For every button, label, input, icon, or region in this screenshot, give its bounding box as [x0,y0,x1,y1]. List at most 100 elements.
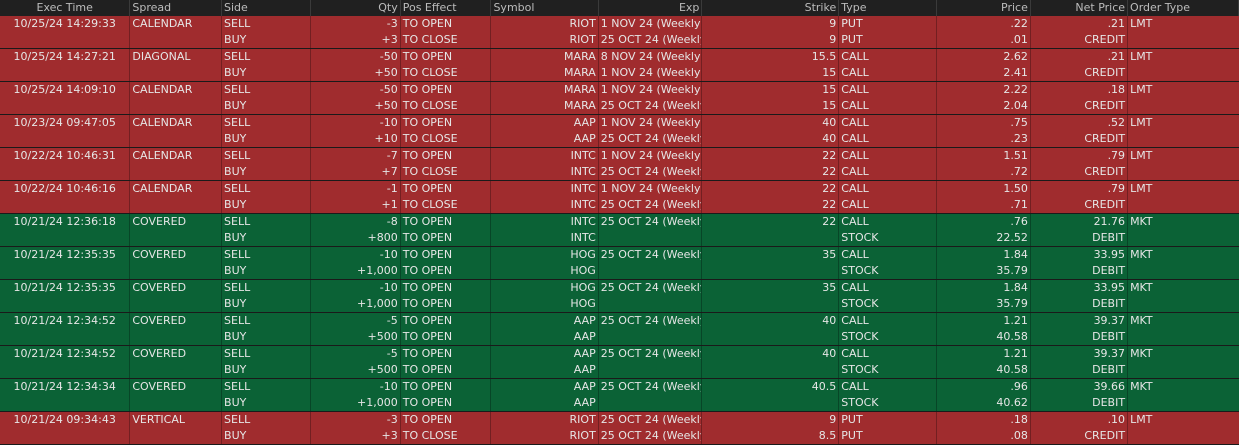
pos-effect-cell: TO CLOSE [401,428,492,444]
table-row[interactable]: 10/21/24 12:34:52 COVERED SELL -5 TO OPEN AAP… [0,313,1239,329]
col-header-pos-effect[interactable]: Pos Effect [401,0,492,16]
table-body: 10/25/24 14:29:33 CALENDAR SELL -3 TO OPEN RI… [0,16,1239,445]
order-type-cell: MKT [1130,314,1153,327]
table-row[interactable]: 10/21/24 12:34:34 COVERED SELL -10 TO OPEN AA… [0,379,1239,395]
table-row[interactable]: 10/21/24 12:34:52 COVERED SELL -5 TO OPEN AAP… [0,346,1239,362]
exec-time-cell: 10/22/24 10:46:31 [0,148,131,164]
col-header-price[interactable]: Price [937,0,1031,16]
table-row[interactable]: BUY +1,000 TO OPEN HOG STOCK 35.79 DEBIT [0,263,1239,279]
strike-cell [702,395,840,411]
spread-cell [130,164,223,180]
price-cell: .96 [937,379,1031,395]
col-header-net-price[interactable]: Net Price [1031,0,1129,16]
symbol-cell: RIOT [491,16,599,32]
pos-effect-cell: TO OPEN [401,148,492,164]
col-header-exec-time[interactable]: Exec Time [0,0,131,16]
col-header-side[interactable]: Side [222,0,311,16]
strike-cell: 15 [702,82,840,98]
net-price-cell: 39.37 [1031,346,1129,362]
table-row[interactable]: BUY+50TO CLOSEMARA25 OCT 24 (Weeklys)15C… [0,98,1239,114]
trade-group[interactable]: 10/21/24 09:34:43 VERTICAL SELL -3 TO OPEN RI… [0,412,1239,445]
order-type-cell [1128,428,1239,444]
symbol-cell: INTC [491,214,599,230]
side-cell: BUY [222,362,311,378]
trade-group[interactable]: 10/21/24 12:35:35 COVERED SELL -10 TO OPEN HO… [0,280,1239,313]
trade-group[interactable]: 10/21/24 12:35:35 COVERED SELL -10 TO OPEN HO… [0,247,1239,280]
table-row[interactable]: 10/21/24 12:36:18 COVERED SELL -8 TO OPEN INT… [0,214,1239,230]
trade-group[interactable]: 10/25/24 14:09:10 CALENDAR SELL -50 TO OPEN M… [0,82,1239,115]
trade-group[interactable]: 10/22/24 10:46:16 CALENDAR SELL -1 TO OPEN IN… [0,181,1239,214]
strike-cell: 22 [702,214,840,230]
table-row[interactable]: BUY +800 TO OPEN INTC STOCK 22.52 DEBIT [0,230,1239,246]
exp-cell [599,395,703,411]
table-row[interactable]: 10/25/24 14:27:21 DIAGONAL SELL -50 TO OPEN M… [0,49,1239,65]
col-header-exp[interactable]: Exp [599,0,703,16]
strike-cell [702,230,840,246]
exp-cell: 25 OCT 24 (Weeklys) [599,131,703,147]
spread-cell [130,362,223,378]
spread-cell: DIAGONAL [130,49,223,65]
col-header-symbol[interactable]: Symbol [491,0,599,16]
spread-cell [130,98,223,114]
table-row[interactable]: BUY+7TO CLOSEINTC25 OCT 24 (Weeklys)22CA… [0,164,1239,180]
table-row[interactable]: BUY+3TO CLOSERIOT25 OCT 24 (Weeklys)8.5P… [0,428,1239,444]
pos-effect-cell: TO CLOSE [401,98,492,114]
trade-group[interactable]: 10/21/24 12:34:34 COVERED SELL -10 TO OPEN AA… [0,379,1239,412]
pos-effect-cell: TO CLOSE [401,131,492,147]
trade-group[interactable]: 10/21/24 12:34:52 COVERED SELL -5 TO OPEN AAP… [0,313,1239,346]
table-row[interactable]: 10/21/24 12:35:35 COVERED SELL -10 TO OPEN HO… [0,247,1239,263]
pos-effect-cell: TO OPEN [401,49,492,65]
net-price-cell: DEBIT [1031,329,1129,345]
trade-group[interactable]: 10/25/24 14:29:33 CALENDAR SELL -3 TO OPEN RI… [0,16,1239,49]
trade-group[interactable]: 10/23/24 09:47:05 CALENDAR SELL -10 TO OPEN A… [0,115,1239,148]
side-cell: BUY [222,98,311,114]
strike-cell: 40.5 [702,379,840,395]
table-row[interactable]: BUY +1,000 TO OPEN HOG STOCK 35.79 DEBIT [0,296,1239,312]
col-header-strike[interactable]: Strike [702,0,840,16]
qty-cell: -8 [311,214,401,230]
table-row[interactable]: 10/22/24 10:46:31 CALENDAR SELL -7 TO OPEN IN… [0,148,1239,164]
table-row[interactable]: BUY +1,000 TO OPEN AAP STOCK 40.62 DEBIT [0,395,1239,411]
pos-effect-cell: TO OPEN [401,346,492,362]
col-header-spread[interactable]: Spread [130,0,223,16]
table-row[interactable]: 10/21/24 09:34:43 VERTICAL SELL -3 TO OPEN RI… [0,412,1239,428]
table-row[interactable]: 10/25/24 14:09:10 CALENDAR SELL -50 TO OPEN M… [0,82,1239,98]
trade-group[interactable]: 10/21/24 12:36:18 COVERED SELL -8 TO OPEN INT… [0,214,1239,247]
strike-cell: 35 [702,280,840,296]
pos-effect-cell: TO OPEN [401,16,492,32]
exp-cell: 1 NOV 24 (Weeklys) [600,82,703,98]
table-row[interactable]: BUY+10TO CLOSEAAP25 OCT 24 (Weeklys)40CA… [0,131,1239,147]
exec-time-cell [0,32,131,48]
spread-cell: CALENDAR [130,148,223,164]
exp-cell: 25 OCT 24 (Weeklys) [599,412,703,428]
qty-cell: +500 [311,362,401,378]
table-row[interactable]: BUY+3TO CLOSERIOT25 OCT 24 (Weeklys)9PUT… [0,32,1239,48]
table-row[interactable]: 10/22/24 10:46:16 CALENDAR SELL -1 TO OPEN IN… [0,181,1239,197]
table-row[interactable]: BUY +500 TO OPEN AAP STOCK 40.58 DEBIT [0,362,1239,378]
side-cell: BUY [222,32,311,48]
col-header-type[interactable]: Type [839,0,938,16]
pos-effect-cell: TO CLOSE [401,197,492,213]
table-row[interactable]: BUY +500 TO OPEN AAP STOCK 40.58 DEBIT [0,329,1239,345]
exec-time-cell [0,395,131,411]
qty-cell: -5 [311,313,401,329]
table-row[interactable]: 10/25/24 14:29:33 CALENDAR SELL -3 TO OPEN RI… [0,16,1239,32]
col-header-qty[interactable]: Qty [311,0,401,16]
qty-cell: -1 [311,181,401,197]
table-row[interactable]: BUY+1TO CLOSEINTC25 OCT 24 (Weeklys)22CA… [0,197,1239,213]
type-cell: STOCK [839,263,938,279]
table-row[interactable]: BUY +50 TO CLOSE MARA 1 NOV 24 (Weeklys) 15 CA… [0,65,1239,81]
trade-group[interactable]: 10/25/24 14:27:21 DIAGONAL SELL -50 TO OPEN M… [0,49,1239,82]
net-price-cell: CREDIT [1031,164,1129,180]
trade-group[interactable]: 10/21/24 12:34:52 COVERED SELL -5 TO OPEN AAP… [0,346,1239,379]
col-header-order-type[interactable]: Order Type [1128,0,1239,16]
price-cell: .76 [937,214,1031,230]
table-row[interactable]: 10/21/24 12:35:35 COVERED SELL -10 TO OPEN HO… [0,280,1239,296]
type-cell: PUT [839,428,938,444]
exec-time-cell [0,164,131,180]
spread-cell: COVERED [130,214,223,230]
trade-group[interactable]: 10/22/24 10:46:31 CALENDAR SELL -7 TO OPEN IN… [0,148,1239,181]
table-row[interactable]: 10/23/24 09:47:05 CALENDAR SELL -10 TO OPEN A… [0,115,1239,131]
strike-cell: 22 [702,197,840,213]
table-header: Exec Time Spread Side Qty Pos Effect Sym… [0,0,1239,16]
